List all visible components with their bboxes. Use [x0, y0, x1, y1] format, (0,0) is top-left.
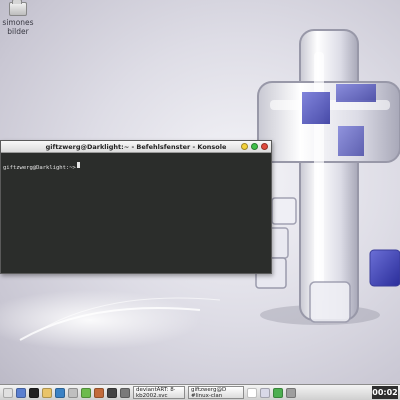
taskbar: deviantART: 8· kb2002.svc giftzwerg@D #l… [0, 384, 400, 400]
konsole-window[interactable]: giftzwerg@Darklight:~ - Befehlsfenster -… [0, 140, 272, 274]
text-cursor [76, 161, 80, 168]
kopete-icon[interactable] [81, 387, 91, 398]
tray-volume-icon[interactable] [286, 387, 296, 398]
close-button[interactable] [261, 143, 268, 150]
window-titlebar[interactable]: giftzwerg@Darklight:~ - Befehlsfenster -… [1, 141, 271, 153]
window-title: giftzwerg@Darklight:~ - Befehlsfenster -… [45, 142, 227, 151]
task-label-line2: #linux-clan [191, 393, 223, 399]
desktop-icon[interactable] [16, 387, 26, 398]
maximize-button[interactable] [251, 143, 258, 150]
browser-icon[interactable] [55, 387, 65, 398]
cd-burner-icon[interactable] [94, 387, 104, 398]
desktop-icon-label-line2: bilder [7, 27, 29, 36]
mail-icon[interactable] [68, 387, 78, 398]
task-label-line2: kb2002.svc [136, 393, 168, 399]
minimize-button[interactable] [241, 143, 248, 150]
home-folder-icon[interactable] [42, 387, 52, 398]
kmenu-icon[interactable] [3, 387, 13, 398]
shell-prompt: giftzwerg@Darklight:~> [3, 165, 76, 171]
terminal-area[interactable]: giftzwerg@Darklight:~> [1, 153, 271, 273]
terminal-icon[interactable] [29, 387, 39, 398]
pager-desktop-2-icon[interactable] [260, 387, 270, 398]
desktop-folder-simones-bilder[interactable]: simones bilder [0, 0, 36, 36]
pager-desktop-1-icon[interactable] [247, 387, 257, 398]
window-controls [241, 143, 268, 150]
clock[interactable]: 00:02 [372, 386, 398, 399]
taskbar-task-konsole[interactable]: giftzwerg@D #linux-clan [188, 386, 244, 399]
desktop-icon-label-line1: simones [2, 18, 34, 27]
tray-network-icon[interactable] [273, 387, 283, 398]
settings-icon[interactable] [120, 387, 130, 398]
folder-icon [9, 0, 27, 16]
taskbar-task-browser[interactable]: deviantART: 8· kb2002.svc [133, 386, 185, 399]
media-player-icon[interactable] [107, 387, 117, 398]
